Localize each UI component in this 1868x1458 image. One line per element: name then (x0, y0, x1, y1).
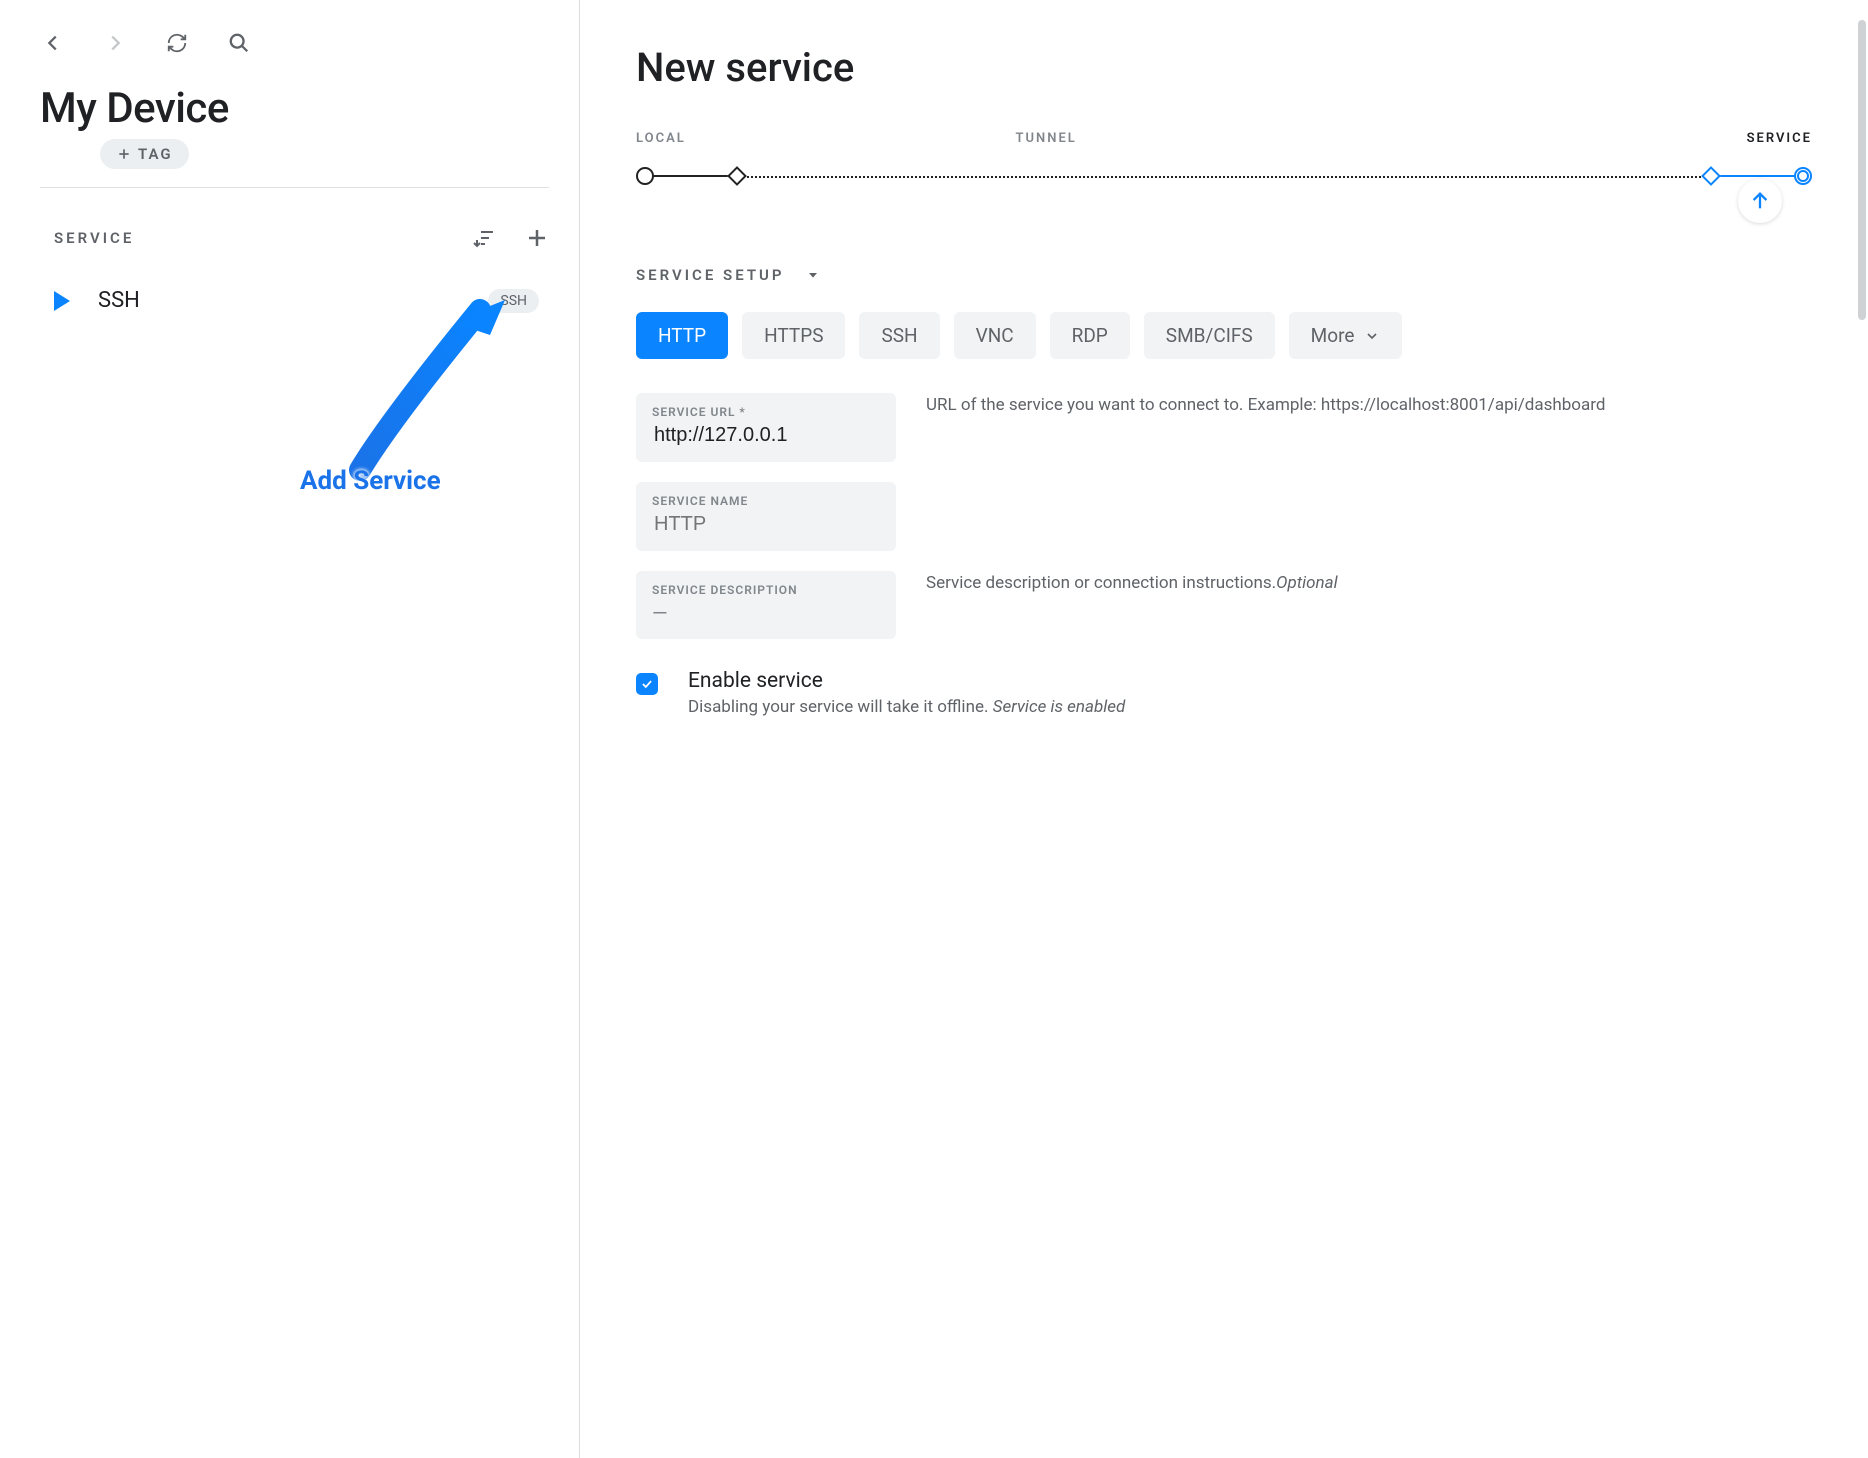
enable-service-checkbox[interactable] (636, 673, 658, 695)
service-desc-help: Service description or connection instru… (926, 571, 1812, 597)
step-local: LOCAL (636, 131, 686, 146)
service-desc-label: SERVICE DESCRIPTION (652, 583, 880, 597)
service-type-chips: HTTP HTTPS SSH VNC RDP SMB/CIFS More (636, 312, 1812, 359)
service-item-ssh[interactable]: SSH SSH (40, 268, 549, 333)
page-title: New service (636, 44, 1812, 91)
service-url-label: SERVICE URL * (652, 405, 880, 419)
service-setup-label: SERVICE SETUP (636, 266, 785, 284)
chip-smbcifs[interactable]: SMB/CIFS (1144, 312, 1275, 359)
service-name-label: SERVICE NAME (652, 494, 880, 508)
scroll-up-button[interactable] (1738, 179, 1782, 223)
check-icon (640, 677, 654, 691)
annotation-label: Add Service (300, 466, 441, 496)
right-panel: New service LOCAL TUNNEL SERVICE SERVIC (580, 0, 1868, 1458)
step-node-service (1794, 167, 1812, 185)
chip-ssh[interactable]: SSH (859, 312, 939, 359)
service-desc-field[interactable]: SERVICE DESCRIPTION — (636, 571, 896, 639)
enable-service-text: Enable service Disabling your service wi… (688, 669, 1125, 717)
step-node-tunnel (727, 166, 747, 186)
refresh-icon[interactable] (164, 30, 190, 56)
search-icon[interactable] (226, 30, 252, 56)
sort-icon[interactable] (471, 226, 495, 250)
service-item-type-chip: SSH (488, 289, 539, 313)
enable-service-status: Service is enabled (993, 697, 1126, 717)
chip-more[interactable]: More (1289, 312, 1403, 359)
chip-vnc[interactable]: VNC (954, 312, 1036, 359)
plus-icon (116, 146, 132, 162)
service-name-field[interactable]: SERVICE NAME (636, 482, 896, 551)
service-section-header: SERVICE (40, 220, 549, 268)
app-root: My Device TAG SERVICE SSH SSH (0, 0, 1868, 1458)
step-tunnel: TUNNEL (1016, 131, 1077, 146)
scrollbar[interactable] (1858, 20, 1866, 320)
chip-rdp[interactable]: RDP (1050, 312, 1130, 359)
service-setup-toggle[interactable]: SERVICE SETUP (636, 266, 1812, 284)
nav-row (40, 30, 549, 56)
tag-chip-label: TAG (138, 145, 173, 163)
play-icon (54, 291, 70, 311)
left-panel: My Device TAG SERVICE SSH SSH (0, 0, 580, 1458)
service-desc-placeholder: — (652, 601, 880, 625)
add-service-icon[interactable] (525, 226, 549, 250)
chevron-down-icon (1364, 328, 1380, 344)
step-service: SERVICE (1747, 131, 1812, 146)
enable-service-title: Enable service (688, 669, 1125, 693)
service-item-name: SSH (98, 288, 140, 313)
step-node-diamond (1701, 166, 1721, 186)
stepper: LOCAL TUNNEL SERVICE (636, 131, 1812, 186)
forward-icon (102, 30, 128, 56)
chip-http[interactable]: HTTP (636, 312, 728, 359)
divider (40, 187, 549, 188)
chevron-down-icon (805, 267, 821, 283)
service-name-input[interactable] (652, 512, 880, 537)
service-section-label: SERVICE (54, 229, 134, 247)
stepper-track (636, 166, 1812, 186)
step-node-local (636, 167, 654, 185)
enable-service-subtitle: Disabling your service will take it offl… (688, 697, 993, 717)
service-url-field[interactable]: SERVICE URL * (636, 393, 896, 462)
service-url-help: URL of the service you want to connect t… (926, 393, 1812, 419)
add-tag-button[interactable]: TAG (100, 139, 189, 169)
device-title: My Device (40, 84, 549, 133)
back-icon[interactable] (40, 30, 66, 56)
chip-https[interactable]: HTTPS (742, 312, 845, 359)
service-url-input[interactable] (652, 423, 880, 448)
